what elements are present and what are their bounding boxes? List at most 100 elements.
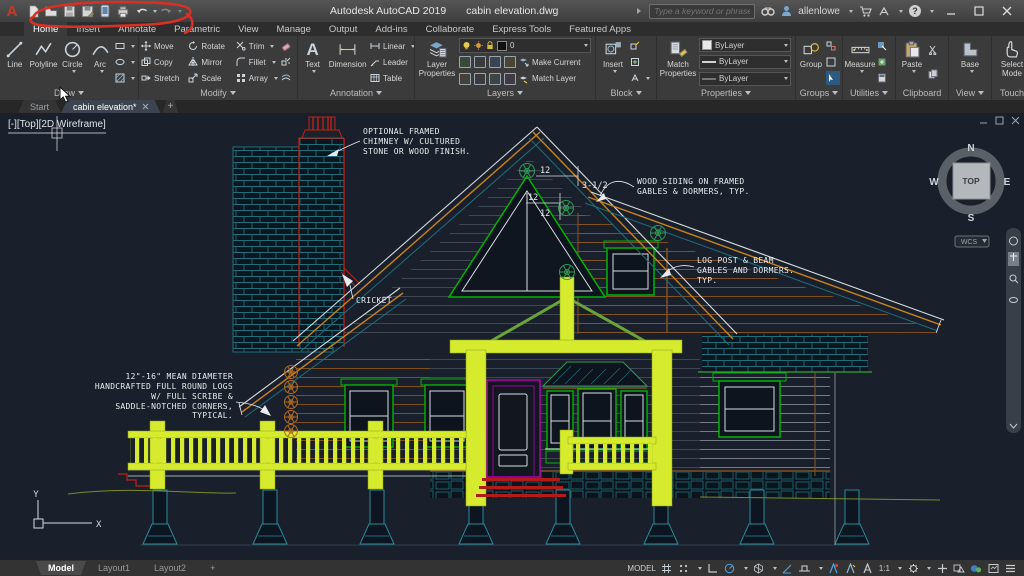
table-button[interactable]: Table: [370, 71, 412, 85]
close-file-tab-icon[interactable]: [142, 103, 149, 110]
group-selection-button[interactable]: [826, 71, 840, 85]
layer-off-button[interactable]: [459, 56, 471, 68]
model-space-indicator[interactable]: MODEL: [627, 564, 655, 573]
user-menu-caret-icon[interactable]: [849, 10, 853, 13]
leader-button[interactable]: Leader: [370, 55, 412, 69]
properties-panel-footer[interactable]: Properties: [657, 86, 795, 99]
modify-panel-footer[interactable]: Modify: [139, 86, 297, 99]
new-file-icon[interactable]: [24, 3, 42, 19]
line-button[interactable]: Line: [2, 38, 28, 86]
polar-tracking-toggle[interactable]: [724, 562, 736, 574]
utilities-panel-footer[interactable]: Utilities: [843, 86, 895, 99]
offset-button[interactable]: [281, 71, 295, 85]
dimension-button[interactable]: Dimension: [327, 38, 368, 86]
connect-caret-icon[interactable]: [899, 10, 903, 13]
object-color-dropdown[interactable]: ByLayer: [699, 38, 791, 52]
fillet-button[interactable]: Fillet: [236, 55, 280, 69]
tab-manage[interactable]: Manage: [268, 22, 320, 36]
polar-caret-icon[interactable]: [744, 567, 748, 570]
paste-button[interactable]: Paste: [898, 38, 926, 86]
app-store-cart-icon[interactable]: [859, 6, 872, 17]
linetype-dropdown[interactable]: ByLayer: [699, 72, 791, 86]
graphics-performance-icon[interactable]: [970, 562, 982, 574]
layer-isolate-button[interactable]: [474, 56, 486, 68]
layer-properties-button[interactable]: Layer Properties: [417, 38, 457, 86]
workspace-caret-icon[interactable]: [927, 567, 931, 570]
group-edit-button[interactable]: [826, 55, 840, 69]
object-snap-tracking-toggle[interactable]: [782, 562, 794, 574]
file-tab-cabin-elevation[interactable]: cabin elevation*: [61, 100, 161, 113]
layer-unlock-button[interactable]: [489, 73, 501, 85]
annotation-monitor-toggle[interactable]: [936, 562, 948, 574]
redo-icon[interactable]: [157, 3, 175, 19]
ortho-toggle[interactable]: [707, 562, 719, 574]
autoscale-toggle[interactable]: [845, 562, 857, 574]
viewport-restore-icon[interactable]: [995, 116, 1004, 125]
open-folder-icon[interactable]: [42, 3, 60, 19]
insert-button[interactable]: Insert: [598, 38, 628, 86]
osnap-caret-icon[interactable]: [819, 567, 823, 570]
tab-home[interactable]: Home: [24, 22, 67, 36]
new-drawing-tab-button[interactable]: +: [163, 100, 179, 113]
workspace-switching-gear-icon[interactable]: [907, 562, 919, 574]
snap-mode-toggle[interactable]: [678, 562, 690, 574]
search-binoculars-icon[interactable]: [761, 6, 775, 17]
mirror-button[interactable]: Mirror: [188, 55, 234, 69]
ellipse-button[interactable]: [115, 55, 136, 69]
group-button[interactable]: Group: [798, 38, 824, 86]
explode-button[interactable]: [281, 55, 295, 69]
undo-icon[interactable]: [132, 3, 150, 19]
match-layer-button[interactable]: Match Layer: [519, 72, 576, 86]
isometric-drafting-toggle[interactable]: [753, 562, 765, 574]
id-point-button[interactable]: [877, 55, 893, 69]
layer-lock-button[interactable]: [504, 56, 516, 68]
tab-annotate[interactable]: Annotate: [109, 22, 165, 36]
lineweight-dropdown[interactable]: ByLayer: [699, 55, 791, 69]
save-as-icon[interactable]: [78, 3, 96, 19]
copy-button[interactable]: Copy: [141, 55, 187, 69]
text-button[interactable]: A Text: [300, 38, 325, 86]
plot-icon[interactable]: [114, 3, 132, 19]
save-icon[interactable]: [60, 3, 78, 19]
annotation-scale-icon[interactable]: [862, 562, 874, 574]
scale-caret-icon[interactable]: [898, 567, 902, 570]
make-current-button[interactable]: Make Current: [519, 55, 580, 69]
tab-parametric[interactable]: Parametric: [165, 22, 229, 36]
scale-button[interactable]: Scale: [188, 71, 234, 85]
circle-button[interactable]: Circle: [60, 38, 86, 86]
ungroup-button[interactable]: [826, 39, 840, 53]
help-caret-icon[interactable]: [930, 10, 934, 13]
tab-express-tools[interactable]: Express Tools: [483, 22, 560, 36]
measure-button[interactable]: Measure: [845, 38, 875, 86]
tab-insert[interactable]: Insert: [67, 22, 109, 36]
layer-thaw-button[interactable]: [474, 73, 486, 85]
quick-calculator-button[interactable]: [877, 71, 893, 85]
units-isolate-icon[interactable]: [953, 562, 965, 574]
rectangle-button[interactable]: [115, 39, 136, 53]
move-button[interactable]: Move: [141, 39, 187, 53]
grid-display-toggle[interactable]: [661, 562, 673, 574]
linear-dimension-button[interactable]: Linear: [370, 39, 412, 53]
array-button[interactable]: Array: [236, 71, 280, 85]
viewcube[interactable]: N S W E TOP WCS: [929, 143, 1010, 247]
search-expand-icon[interactable]: [635, 7, 643, 15]
connect-icon[interactable]: [878, 6, 890, 17]
object-snap-toggle[interactable]: [799, 562, 811, 574]
close-button[interactable]: [996, 3, 1018, 19]
layout2-tab[interactable]: Layout2: [142, 561, 198, 575]
select-mode-button[interactable]: Select Mode: [994, 38, 1024, 86]
layer-freeze-button[interactable]: [489, 56, 501, 68]
groups-panel-footer[interactable]: Groups: [796, 86, 842, 99]
trim-button[interactable]: Trim: [236, 39, 280, 53]
annotation-panel-footer[interactable]: Annotation: [298, 86, 414, 99]
block-edit-button[interactable]: [630, 39, 650, 53]
signed-in-user[interactable]: allenlowe: [798, 6, 840, 17]
tab-add-ins[interactable]: Add-ins: [366, 22, 416, 36]
viewport-minimize-icon[interactable]: [979, 116, 988, 125]
block-panel-footer[interactable]: Block: [596, 86, 656, 99]
tab-collaborate[interactable]: Collaborate: [417, 22, 484, 36]
erase-button[interactable]: [281, 39, 295, 53]
drawing-canvas[interactable]: [-][Top][2D Wireframe]: [0, 113, 1024, 560]
viewport-close-icon[interactable]: [1011, 116, 1020, 125]
copy-clip-button[interactable]: [928, 67, 944, 81]
